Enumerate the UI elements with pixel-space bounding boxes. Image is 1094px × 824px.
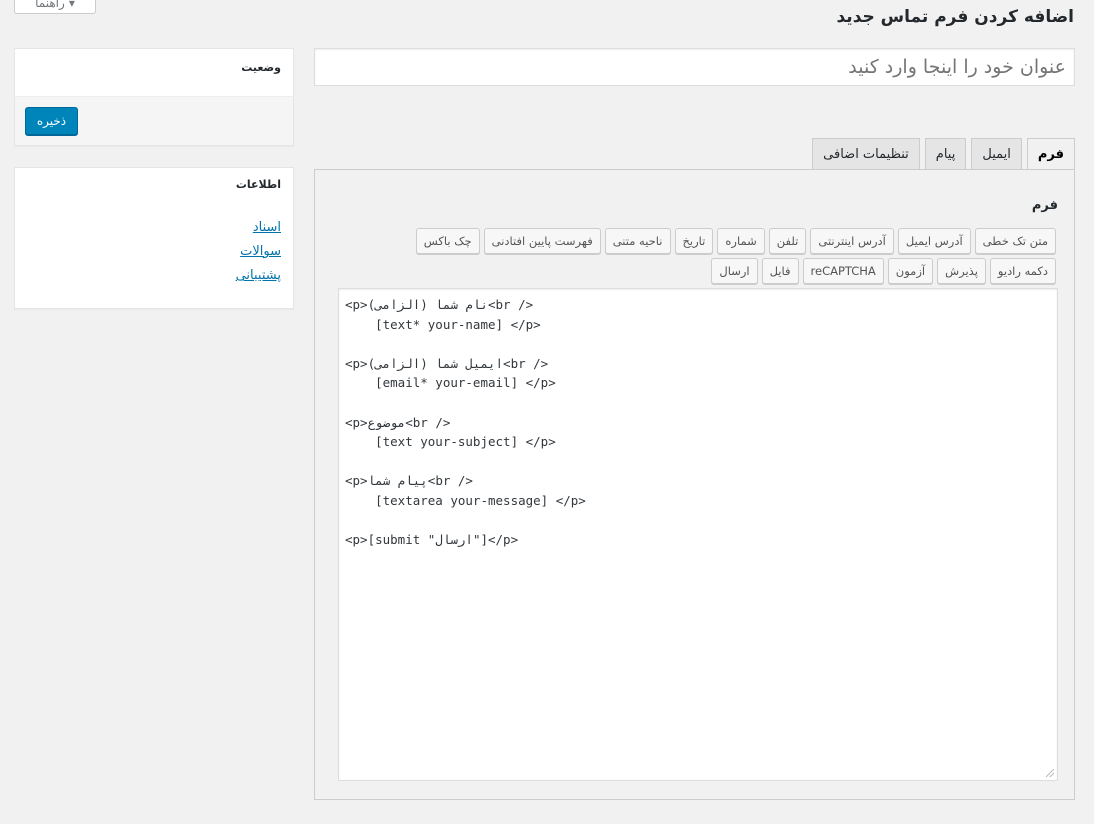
code-line: <p>پیام شما<br /> — [345, 473, 473, 489]
form-panel: فرم متن تک خطی آدرس ایمیل آدرس اینترنتی … — [314, 169, 1075, 800]
tab-additional-settings[interactable]: تنظیمات اضافی — [812, 138, 920, 169]
tag-url-button[interactable]: آدرس اینترنتی — [810, 228, 894, 254]
tab-mail[interactable]: ایمیل — [971, 138, 1022, 169]
docs-link[interactable]: اسناد — [236, 218, 281, 242]
tag-generator-row-2: دکمه رادیو پذیرش آزمون reCAPTCHA فایل ار… — [711, 258, 1056, 284]
page-title: اضافه کردن فرم تماس جدید — [836, 7, 1074, 27]
status-box-title: وضعیت — [15, 49, 293, 97]
code-line: <p>[submit "ارسال"]</p> — [345, 532, 519, 548]
info-links: اسناد سوالات پشتیبانی — [236, 218, 281, 290]
tab-form[interactable]: فرم — [1026, 138, 1075, 170]
tag-email-button[interactable]: آدرس ایمیل — [897, 228, 971, 254]
faq-link[interactable]: سوالات — [236, 242, 281, 266]
tag-date-button[interactable]: تاریخ — [674, 228, 714, 254]
code-line: <p>ایمیل شما (الزامی)<br /> — [345, 355, 549, 371]
tag-text-button[interactable]: متن تک خطی — [974, 228, 1056, 254]
support-link[interactable]: پشتیبانی — [236, 266, 281, 290]
tag-submit-button[interactable]: ارسال — [711, 258, 758, 284]
tag-generator-row-1: متن تک خطی آدرس ایمیل آدرس اینترنتی تلفن… — [415, 228, 1056, 254]
tag-recaptcha-button[interactable]: reCAPTCHA — [802, 258, 884, 284]
chevron-down-icon: ▾ — [68, 0, 75, 10]
form-panel-title: فرم — [1031, 198, 1058, 213]
tag-radio-button[interactable]: دکمه رادیو — [989, 258, 1056, 284]
code-line: [text your-subject] </p> — [345, 434, 556, 450]
info-box: اطلاعات اسناد سوالات پشتیبانی — [14, 167, 294, 309]
code-line: <p>نام شما (الزامی)<br /> — [345, 297, 534, 312]
tag-tel-button[interactable]: تلفن — [768, 228, 807, 254]
tab-messages[interactable]: پیام — [924, 138, 967, 169]
code-line: [email* your-email] </p> — [345, 375, 556, 391]
tag-number-button[interactable]: شماره — [717, 228, 765, 254]
tag-textarea-button[interactable]: ناحیه متنی — [604, 228, 671, 254]
info-box-title: اطلاعات — [235, 178, 281, 191]
form-code-editor[interactable]: <p>نام شما (الزامی)<br /> [text* your-na… — [338, 288, 1058, 781]
tag-file-button[interactable]: فایل — [761, 258, 799, 284]
tag-dropdown-button[interactable]: فهرست پایین افتادنی — [483, 228, 601, 254]
status-box: وضعیت ذخیره — [14, 48, 294, 146]
help-button[interactable]: راهنما ▾ — [14, 0, 96, 14]
code-line: <p>موضوع<br /> — [345, 414, 451, 430]
resize-handle-icon[interactable] — [1046, 769, 1054, 777]
status-box-footer: ذخیره — [15, 97, 293, 145]
tag-checkbox-button[interactable]: چک باکس — [415, 228, 480, 254]
help-label: راهنما — [35, 0, 65, 10]
form-title-input[interactable] — [314, 48, 1075, 86]
tag-acceptance-button[interactable]: پذیرش — [937, 258, 986, 284]
editor-tabs: فرم ایمیل پیام تنظیمات اضافی — [812, 138, 1075, 170]
code-line: [text* your-name] </p> — [345, 316, 541, 332]
tag-quiz-button[interactable]: آزمون — [887, 258, 934, 284]
save-button[interactable]: ذخیره — [25, 107, 78, 135]
code-line: [textarea your-message] </p> — [345, 492, 586, 508]
